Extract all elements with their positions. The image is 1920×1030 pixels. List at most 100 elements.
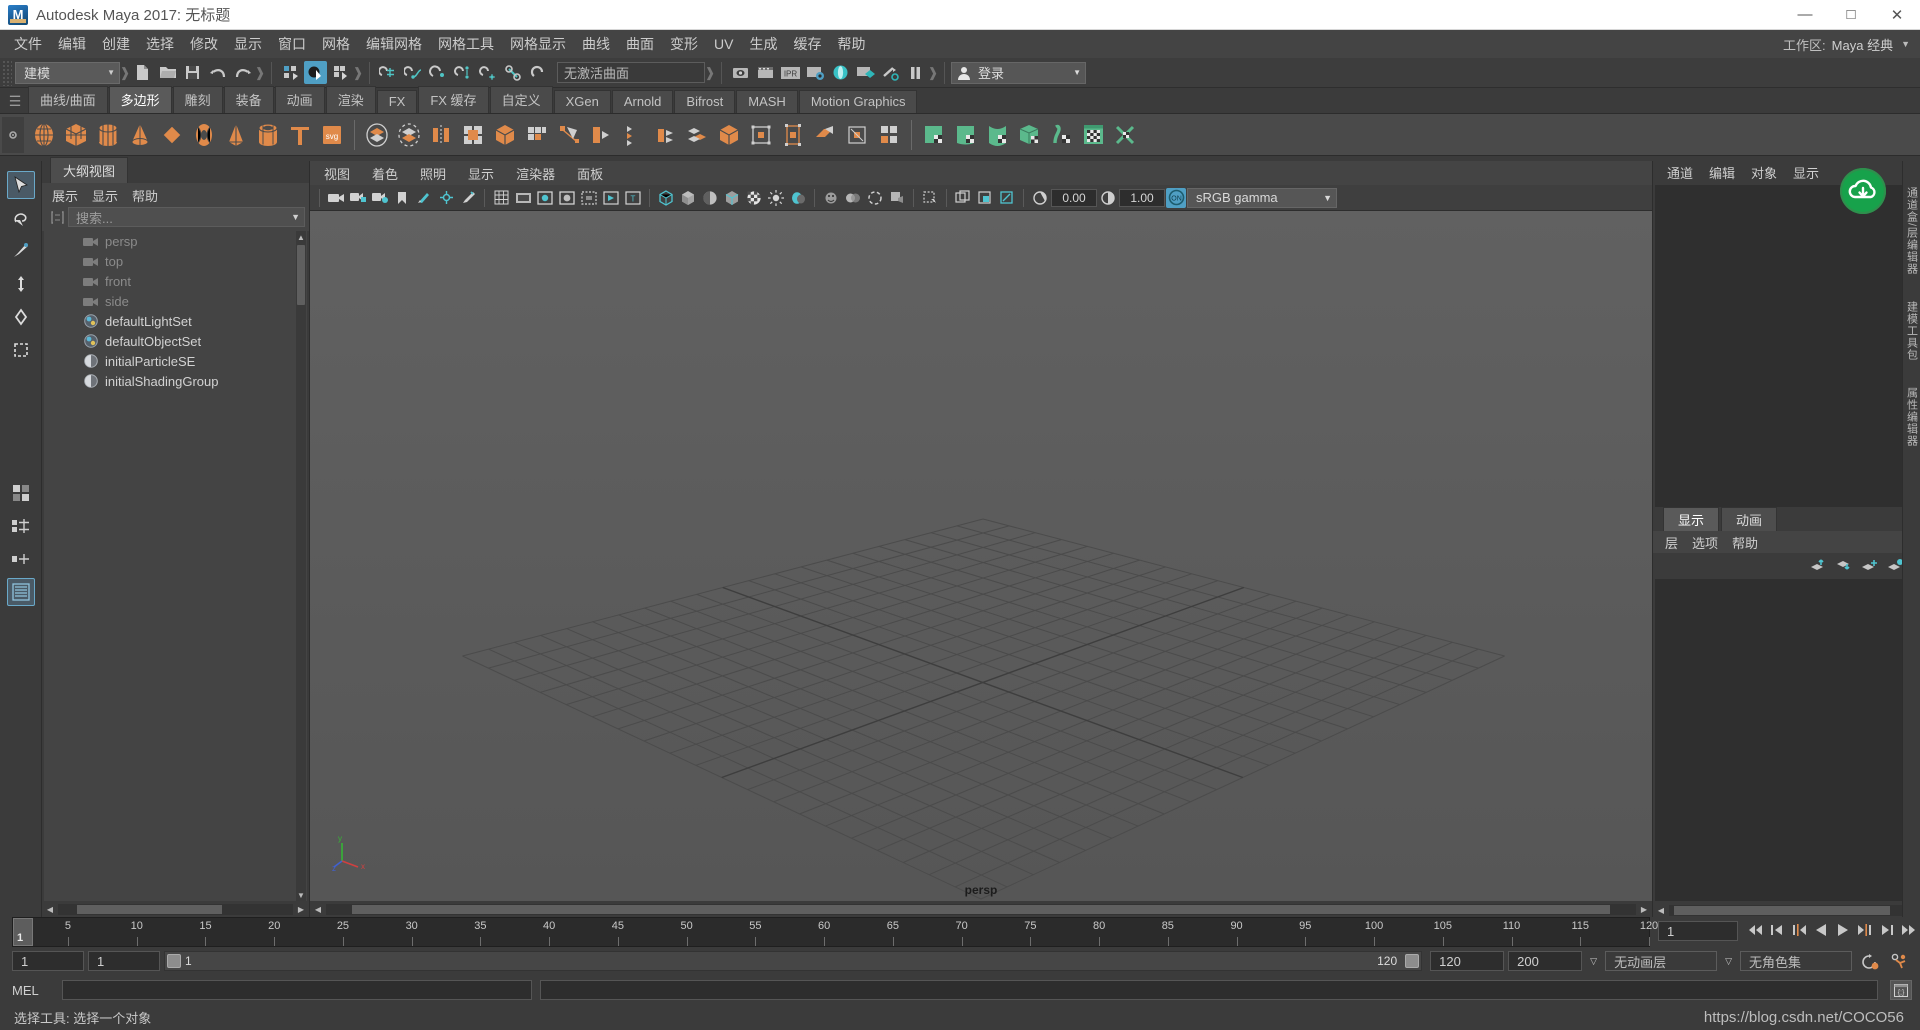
gamma-icon[interactable]	[1098, 188, 1118, 208]
polyplane-icon[interactable]	[156, 117, 188, 153]
xray-joints-icon[interactable]	[953, 188, 973, 208]
viewport-horizontal-scrollbar[interactable]	[326, 903, 1636, 915]
select-component-icon[interactable]	[329, 61, 352, 84]
connect-icon[interactable]	[809, 117, 841, 153]
channel-menu-show[interactable]: 显示	[1793, 163, 1819, 182]
scroll-left-icon[interactable]: ◀	[1655, 906, 1667, 915]
undo-icon[interactable]	[206, 61, 229, 84]
cloud-download-icon[interactable]	[1840, 168, 1886, 214]
outliner-item-top[interactable]: top	[44, 251, 307, 271]
shelf-tab-bifrost[interactable]: Bifrost	[674, 90, 736, 113]
redo-icon[interactable]	[231, 61, 254, 84]
menu-item-edit-mesh[interactable]: 编辑网格	[358, 31, 430, 57]
side-tab-channel-box[interactable]: 通道盒/层编辑器	[1904, 187, 1920, 275]
close-button[interactable]: ✕	[1874, 0, 1920, 30]
bevel-icon[interactable]	[617, 117, 649, 153]
light-fog-icon[interactable]	[879, 61, 902, 84]
open-scene-icon[interactable]	[156, 61, 179, 84]
quad-draw-icon[interactable]	[841, 117, 873, 153]
grid-icon[interactable]	[491, 188, 511, 208]
active-surface-field[interactable]: 无激活曲面	[557, 62, 705, 83]
xray-active-components-icon[interactable]	[975, 188, 995, 208]
time-slider[interactable]: 1 5 10 15 20 25 30 35 40 45 50 55 60 65 70 75 80 85 90 95 1…	[12, 917, 1658, 947]
character-set-field[interactable]: 无角色集	[1740, 951, 1852, 971]
polycylinder-icon[interactable]	[92, 117, 124, 153]
scroll-down-icon[interactable]: ▼	[296, 889, 306, 901]
command-line-label[interactable]: MEL	[12, 983, 54, 998]
multicut-icon[interactable]	[585, 117, 617, 153]
login-button[interactable]: 登录 ▼	[951, 61, 1086, 84]
field-chart-icon[interactable]	[579, 188, 599, 208]
lights-icon[interactable]	[766, 188, 786, 208]
current-frame-field[interactable]: 1	[1658, 921, 1738, 941]
snap-view-plane-icon[interactable]	[477, 61, 500, 84]
persp-outliner-layout-icon[interactable]	[7, 512, 35, 540]
outliner-horizontal-scrollbar[interactable]	[58, 903, 293, 915]
image-plane-icon[interactable]	[414, 188, 434, 208]
scroll-left-icon[interactable]: ◀	[44, 905, 56, 914]
polysphere-icon[interactable]	[28, 117, 60, 153]
polycube-icon[interactable]	[60, 117, 92, 153]
layer-list[interactable]	[1655, 579, 1918, 901]
polyprism-icon[interactable]	[220, 117, 252, 153]
outliner-item-side[interactable]: side	[44, 291, 307, 311]
uv-spherical-icon[interactable]	[982, 117, 1014, 153]
extract-icon[interactable]	[425, 117, 457, 153]
shelf-tab-motion-graphics[interactable]: Motion Graphics	[798, 90, 918, 113]
gate-mask-icon[interactable]	[557, 188, 577, 208]
scroll-left-icon[interactable]: ◀	[312, 905, 324, 914]
polycone-icon[interactable]	[124, 117, 156, 153]
outliner-item-persp[interactable]: persp	[44, 231, 307, 251]
multisample-icon[interactable]	[865, 188, 885, 208]
shelf-tab-xgen[interactable]: XGen	[553, 90, 611, 113]
screen-space-ao-icon[interactable]	[821, 188, 841, 208]
scrollbar-thumb[interactable]	[1673, 905, 1890, 915]
polytype-icon[interactable]	[284, 117, 316, 153]
shelf-tab-animation[interactable]: 动画	[274, 86, 325, 113]
outliner-item-front[interactable]: front	[44, 271, 307, 291]
polysvg-icon[interactable]: svg	[316, 117, 348, 153]
scroll-right-icon[interactable]: ▶	[295, 905, 307, 914]
render-settings-icon[interactable]	[804, 61, 827, 84]
chevron-down-icon[interactable]: ▼	[291, 212, 300, 222]
minimize-button[interactable]: —	[1782, 0, 1828, 30]
menu-item-mesh-display[interactable]: 网格显示	[502, 31, 574, 57]
crease-icon[interactable]	[745, 117, 777, 153]
lasso-select-icon[interactable]	[7, 204, 35, 232]
rotate-tool-icon[interactable]	[7, 303, 35, 331]
play-forwards-icon[interactable]	[1832, 917, 1854, 943]
script-editor-icon[interactable]: {;}	[1890, 980, 1912, 1000]
polytorus-icon[interactable]	[188, 117, 220, 153]
menu-item-surfaces[interactable]: 曲面	[618, 31, 662, 57]
pause-icon[interactable]	[904, 61, 927, 84]
channel-menu-channels[interactable]: 通道	[1667, 163, 1693, 182]
wireframe-on-shaded-icon[interactable]	[722, 188, 742, 208]
channel-box-content[interactable]	[1655, 185, 1918, 507]
tab-anim-layers[interactable]: 动画	[1721, 507, 1778, 531]
shelf-tab-curves-surfaces[interactable]: 曲线/曲面	[28, 86, 108, 113]
wireframe-icon[interactable]	[656, 188, 676, 208]
scroll-right-icon[interactable]: ▶	[1638, 905, 1650, 914]
step-back-frame-icon[interactable]	[1788, 917, 1810, 943]
shelf-tab-rigging[interactable]: 装备	[223, 86, 274, 113]
command-line-input[interactable]	[62, 980, 532, 1000]
mirror-icon[interactable]	[489, 117, 521, 153]
gamma-value[interactable]: 1.00	[1119, 188, 1165, 207]
outliner-item-initialparticlese[interactable]: initialParticleSE	[44, 351, 307, 371]
sculpt-icon[interactable]	[873, 117, 905, 153]
menu-item-display[interactable]: 显示	[226, 31, 270, 57]
persp-graph-layout-icon[interactable]	[7, 545, 35, 573]
outliner-item-initialshadinggroup[interactable]: initialShadingGroup	[44, 371, 307, 391]
uv-automatic-icon[interactable]	[1014, 117, 1046, 153]
side-tab-attribute-editor[interactable]: 属性编辑器	[1904, 387, 1920, 447]
shelf-tab-sculpting[interactable]: 雕刻	[172, 86, 223, 113]
scrollbar-thumb[interactable]	[76, 904, 223, 914]
outliner-menu-show[interactable]: 展示	[52, 186, 78, 205]
step-back-key-icon[interactable]	[1766, 917, 1788, 943]
append-icon[interactable]	[681, 117, 713, 153]
select-object-icon[interactable]	[304, 61, 327, 84]
color-space-combo[interactable]: sRGB gamma ▼	[1187, 187, 1337, 208]
hypershade-icon[interactable]	[829, 61, 852, 84]
chevron-down-icon[interactable]: ▽	[1721, 956, 1736, 967]
shadows-icon[interactable]	[788, 188, 808, 208]
